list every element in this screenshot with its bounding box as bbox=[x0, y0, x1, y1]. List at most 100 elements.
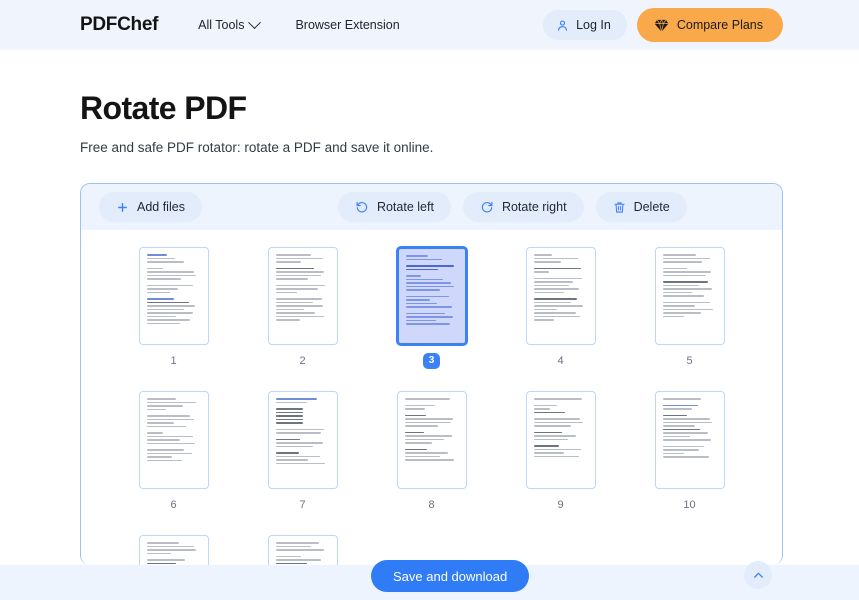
chevron-up-icon bbox=[753, 572, 763, 578]
rotate-right-icon bbox=[481, 201, 493, 213]
thumbnail-text-line bbox=[662, 449, 700, 451]
thumbnail-text-line bbox=[404, 425, 438, 427]
thumbnail-text-line bbox=[146, 278, 182, 280]
delete-button[interactable]: Delete bbox=[595, 192, 687, 222]
thumbnail-text-line bbox=[275, 315, 325, 317]
thumbnail-text-line bbox=[146, 312, 193, 314]
rotate-right-button[interactable]: Rotate right bbox=[462, 192, 584, 222]
thumbnail-text-line bbox=[662, 274, 706, 276]
page-cell: 5 bbox=[625, 247, 754, 369]
nav-all-tools[interactable]: All Tools bbox=[198, 15, 262, 32]
chevron-down-icon bbox=[248, 15, 262, 29]
page-cell: 3 bbox=[367, 247, 496, 369]
pages-scroll-area[interactable]: 123456789101112 bbox=[81, 230, 782, 565]
compare-plans-button[interactable]: Compare Plans bbox=[636, 8, 783, 42]
scroll-to-top-button[interactable] bbox=[744, 561, 772, 589]
thumbnail-text-line bbox=[533, 404, 558, 406]
thumbnail-text-line bbox=[275, 284, 326, 286]
page-thumbnail[interactable] bbox=[138, 247, 209, 345]
thumbnail-text-line bbox=[533, 425, 572, 427]
thumbnail-text-line bbox=[662, 281, 708, 283]
thumbnail-text-line bbox=[146, 257, 175, 259]
page-thumbnail[interactable] bbox=[396, 391, 467, 489]
thumbnail-text-line bbox=[405, 268, 438, 270]
login-button[interactable]: Log In bbox=[543, 10, 627, 40]
thumbnail-text-line bbox=[405, 285, 455, 287]
nav-browser-extension[interactable]: Browser Extension bbox=[295, 18, 399, 32]
site-header: PDFChef All Tools Browser Extension Log … bbox=[0, 0, 859, 50]
thumbnail-content bbox=[275, 398, 330, 482]
thumbnail-text-line bbox=[275, 422, 303, 424]
thumbnail-text-line bbox=[275, 545, 312, 547]
page-thumbnail[interactable] bbox=[525, 247, 596, 345]
thumbnail-text-line bbox=[405, 316, 454, 318]
editor-card: Add files Rotate left Rotate right Delet… bbox=[80, 183, 783, 565]
thumbnail-text-line bbox=[275, 305, 324, 307]
thumbnail-text-line bbox=[662, 425, 695, 427]
page-body: Rotate PDF Free and safe PDF rotator: ro… bbox=[0, 90, 859, 565]
page-subtitle: Free and safe PDF rotator: rotate a PDF … bbox=[80, 140, 434, 155]
thumbnail-text-line bbox=[146, 442, 196, 444]
rotate-right-label: Rotate right bbox=[501, 200, 567, 214]
nav-browser-extension-label: Browser Extension bbox=[295, 18, 400, 32]
page-thumbnail[interactable] bbox=[138, 535, 209, 565]
thumbnail-text-line bbox=[662, 308, 714, 310]
page-thumbnail[interactable] bbox=[654, 247, 725, 345]
thumbnail-content bbox=[533, 254, 588, 338]
thumbnail-text-line bbox=[662, 414, 688, 416]
page-thumbnail-selected[interactable] bbox=[396, 247, 467, 345]
logo[interactable]: PDFChef bbox=[80, 14, 158, 36]
thumbnail-text-line bbox=[405, 319, 436, 321]
thumbnail-text-line bbox=[146, 435, 193, 437]
thumbnail-text-line bbox=[533, 271, 549, 273]
thumbnail-text-line bbox=[404, 455, 441, 457]
thumbnail-text-line bbox=[275, 298, 322, 300]
thumbnail-content bbox=[275, 254, 330, 338]
thumbnail-text-line bbox=[275, 257, 324, 259]
thumbnail-text-line bbox=[146, 271, 195, 273]
thumbnail-text-line bbox=[275, 411, 303, 413]
thumbnail-text-line bbox=[533, 445, 560, 447]
thumbnail-text-line bbox=[146, 549, 197, 551]
page-thumbnail[interactable] bbox=[267, 391, 338, 489]
save-and-download-button[interactable]: Save and download bbox=[371, 560, 530, 592]
thumbnail-text-line bbox=[533, 267, 582, 269]
thumbnail-text-line bbox=[275, 267, 315, 269]
thumbnail-text-line bbox=[662, 418, 711, 420]
thumbnail-text-line bbox=[404, 438, 445, 440]
thumbnail-text-line bbox=[146, 542, 179, 544]
thumbnail-text-line bbox=[275, 398, 317, 400]
page-thumbnail[interactable] bbox=[267, 535, 338, 565]
page-grid: 123456789101112 bbox=[109, 247, 754, 565]
add-files-button[interactable]: Add files bbox=[99, 192, 202, 222]
page-cell: 12 bbox=[238, 535, 367, 565]
page-thumbnail[interactable] bbox=[138, 391, 209, 489]
thumbnail-text-line bbox=[146, 545, 195, 547]
thumbnail-text-line bbox=[533, 398, 583, 400]
thumbnail-text-line bbox=[404, 398, 450, 400]
page-number: 1 bbox=[170, 355, 177, 367]
page-thumbnail[interactable] bbox=[654, 391, 725, 489]
thumbnail-text-line bbox=[662, 408, 692, 410]
thumbnail-text-line bbox=[275, 459, 308, 461]
thumbnail-text-line bbox=[405, 275, 422, 277]
thumbnail-text-line bbox=[533, 254, 552, 256]
thumbnail-text-line bbox=[662, 261, 703, 263]
page-thumbnail[interactable] bbox=[525, 391, 596, 489]
thumbnail-text-line bbox=[404, 418, 454, 420]
page-thumbnail[interactable] bbox=[267, 247, 338, 345]
thumbnail-text-line bbox=[275, 301, 314, 303]
thumbnail-text-line bbox=[533, 319, 555, 321]
thumbnail-text-line bbox=[662, 291, 692, 293]
thumbnail-text-line bbox=[275, 288, 318, 290]
thumbnail-text-line bbox=[404, 442, 432, 444]
page-number-active: 3 bbox=[423, 353, 440, 369]
page-cell: 9 bbox=[496, 391, 625, 513]
rotate-left-button[interactable]: Rotate left bbox=[337, 192, 451, 222]
thumbnail-text-line bbox=[405, 278, 443, 280]
thumbnail-text-line bbox=[533, 298, 577, 300]
thumbnail-content bbox=[404, 398, 459, 482]
thumbnail-text-line bbox=[662, 288, 713, 290]
thumbnail-text-line bbox=[146, 267, 163, 269]
thumbnail-text-line bbox=[662, 398, 702, 400]
